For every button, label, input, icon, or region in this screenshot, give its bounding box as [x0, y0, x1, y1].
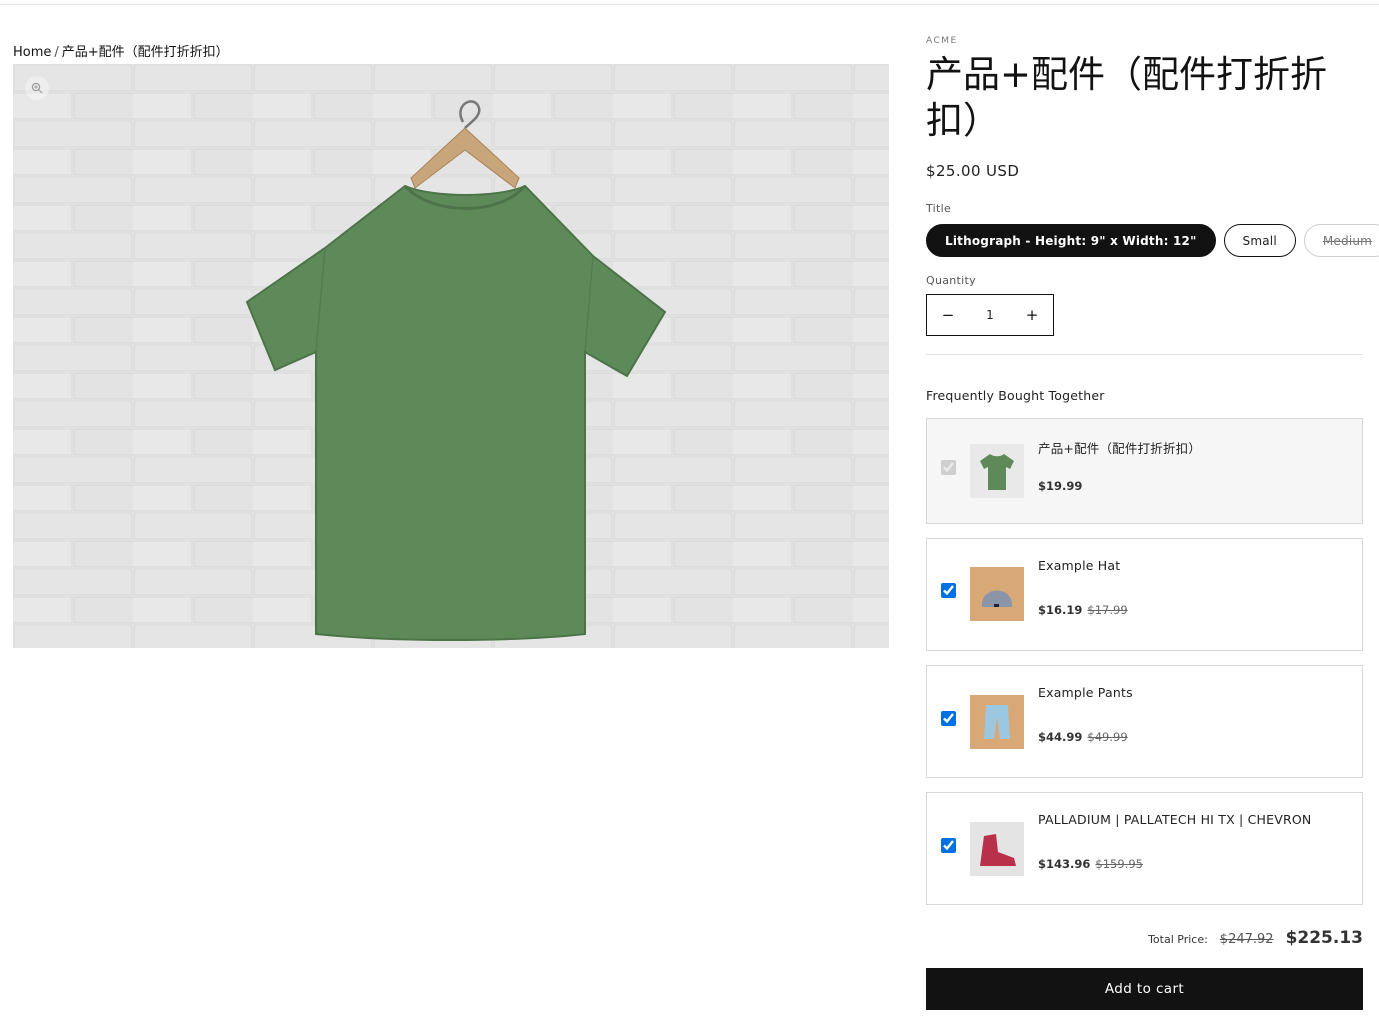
fbt-item-compare-price: $49.99 [1087, 730, 1128, 744]
tshirt-photo [13, 64, 889, 648]
fbt-thumb-hat [970, 567, 1024, 621]
add-to-cart-button[interactable]: Add to cart [926, 968, 1363, 1010]
fbt-checkbox[interactable] [941, 711, 956, 726]
fbt-item-main: 产品+配件（配件打折折扣） $19.99 [926, 418, 1363, 524]
fbt-thumb-tshirt [970, 444, 1024, 498]
variant-pill-medium[interactable]: Medium [1303, 224, 1379, 257]
fbt-thumb-pants [970, 695, 1024, 749]
fbt-item-hat: Example Hat $16.19 $17.99 [926, 538, 1363, 651]
fbt-item-palladium: PALLADIUM | PALLATECH HI TX | CHEVRON $1… [926, 792, 1363, 905]
zoom-in-icon[interactable] [25, 76, 49, 100]
variant-picker: Lithograph - Height: 9" x Width: 12" Sma… [926, 224, 1379, 257]
product-vendor: ACME [926, 36, 958, 46]
product-main-image[interactable] [13, 64, 889, 648]
fbt-item-pants: Example Pants $44.99 $49.99 [926, 665, 1363, 778]
quantity-stepper: − 1 + [926, 294, 1054, 336]
fbt-item-name: Example Hat [1038, 558, 1121, 573]
variant-pill-lithograph[interactable]: Lithograph - Height: 9" x Width: 12" [926, 224, 1216, 257]
fbt-heading: Frequently Bought Together [926, 388, 1105, 403]
breadcrumb: Home / 产品+配件（配件打折折扣） [13, 41, 229, 60]
total-price: $225.13 [1285, 928, 1363, 948]
fbt-thumb-boot [970, 822, 1024, 876]
product-info: ACME 产品+配件（配件打折折扣） $25.00 USD Title Lith… [926, 36, 1379, 905]
breadcrumb-current: 产品+配件（配件打折折扣） [61, 45, 229, 60]
minus-icon[interactable]: − [939, 306, 957, 324]
fbt-checkbox[interactable] [941, 583, 956, 598]
breadcrumb-separator: / [54, 45, 59, 60]
total-price-label: Total Price: [1148, 933, 1208, 946]
fbt-item-price: $16.19 [1038, 603, 1083, 617]
section-divider [926, 354, 1363, 355]
fbt-item-name: PALLADIUM | PALLATECH HI TX | CHEVRON [1038, 812, 1312, 827]
fbt-item-compare-price: $17.99 [1087, 603, 1128, 617]
total-compare-price: $247.92 [1219, 932, 1274, 947]
product-price: $25.00 USD [926, 162, 1020, 180]
quantity-label: Quantity [926, 274, 976, 287]
breadcrumb-home-link[interactable]: Home [13, 45, 51, 60]
fbt-total: Total Price: $247.92 $225.13 [1148, 928, 1363, 948]
fbt-item-price: $143.96 [1038, 857, 1091, 871]
product-title: 产品+配件（配件打折折扣） [926, 53, 1328, 142]
fbt-checkbox[interactable] [941, 460, 956, 475]
fbt-item-price: $44.99 [1038, 730, 1083, 744]
fbt-item-price: $19.99 [1038, 479, 1083, 493]
quantity-value[interactable]: 1 [986, 308, 994, 322]
header-divider [0, 4, 1379, 5]
plus-icon[interactable]: + [1023, 306, 1041, 324]
fbt-checkbox[interactable] [941, 838, 956, 853]
fbt-item-name: Example Pants [1038, 685, 1133, 700]
variant-option-label: Title [926, 202, 952, 215]
variant-pill-small[interactable]: Small [1223, 224, 1296, 257]
fbt-item-compare-price: $159.95 [1095, 857, 1143, 871]
fbt-item-name: 产品+配件（配件打折折扣） [1038, 441, 1202, 456]
